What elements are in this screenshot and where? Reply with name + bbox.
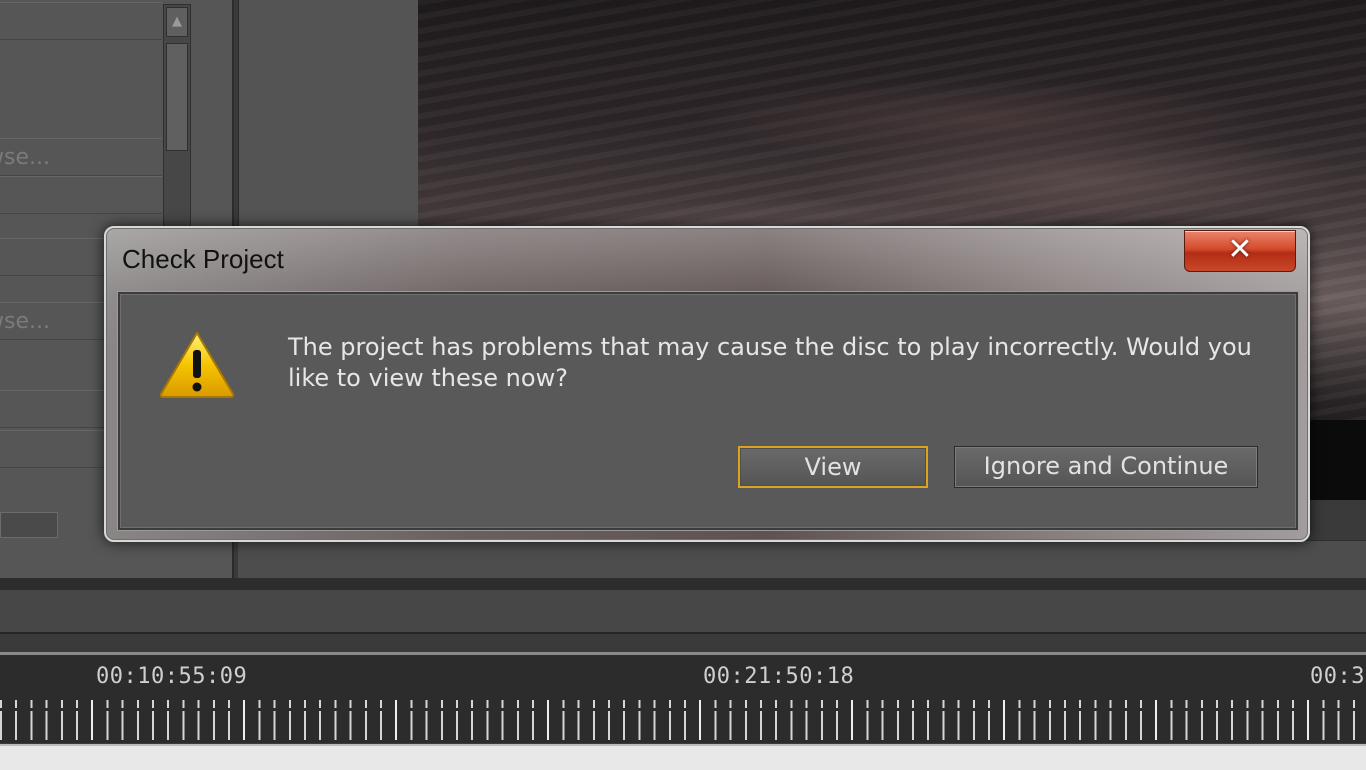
check-project-dialog: Check Project ✕ The project has problems… [104,226,1310,542]
dialog-message: The project has problems that may cause … [288,333,1252,392]
browse-field: wse... [0,145,50,170]
panel-divider[interactable] [0,578,1366,590]
timeline-bottom-strip [0,744,1366,770]
scroll-thumb[interactable] [166,43,188,151]
ruler-major-ticks [0,700,1366,740]
warning-icon [159,332,235,398]
close-button[interactable]: ✕ [1184,230,1296,272]
close-icon: ✕ [1227,232,1253,267]
timecode-label: 00:32 [1310,664,1366,689]
scroll-up-arrow-icon[interactable]: ▲ [166,7,188,37]
dialog-title: Check Project [122,244,284,274]
view-button[interactable]: View [738,446,928,488]
list-item[interactable] [0,176,162,214]
panel-control[interactable] [0,512,58,538]
timecode-label: 00:10:55:09 [96,664,248,689]
preview-controls-bar [238,540,1366,579]
list-item[interactable] [0,2,162,40]
dialog-body: The project has problems that may cause … [118,292,1298,530]
timecode-label: 00:21:50:18 [703,664,855,689]
list-item[interactable]: wse... [0,138,162,176]
ignore-and-continue-button[interactable]: Ignore and Continue [954,446,1258,488]
timeline-track[interactable] [0,590,1366,634]
